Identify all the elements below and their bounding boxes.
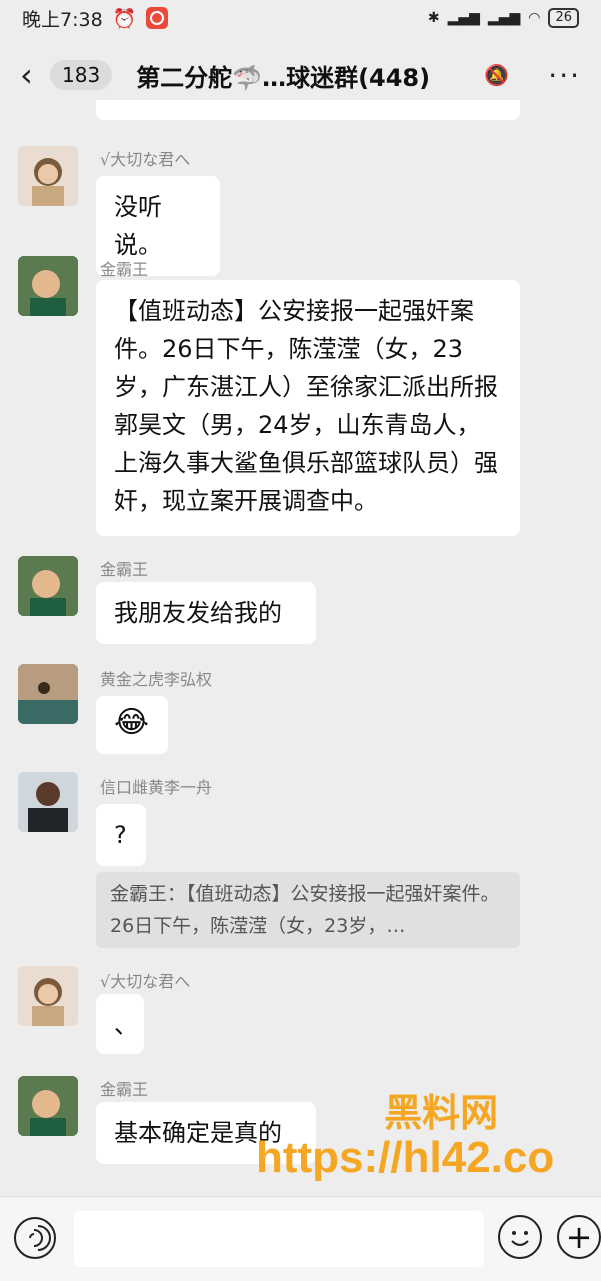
watermark-line2: https://hl42.co <box>256 1133 555 1182</box>
input-bar: + <box>0 1196 601 1281</box>
status-time: 晚上7:38 <box>22 8 103 31</box>
watermark: 黑料网 https://hl42.co <box>256 1082 554 1183</box>
message-bubble[interactable]: 、 <box>96 994 144 1054</box>
message-bubble[interactable]: 我朋友发给我的 <box>96 582 316 644</box>
more-options-button[interactable]: ··· <box>548 59 581 92</box>
signal-icon-2: ▂▄▆ <box>487 10 521 26</box>
watermark-line1: 黑料网 <box>384 1093 499 1135</box>
bluetooth-icon: ✱ <box>427 10 440 26</box>
avatar[interactable] <box>18 146 78 206</box>
sender-name: 信口雌黄李一舟 <box>100 778 213 797</box>
sender-name: 黄金之虎李弘权 <box>100 670 213 689</box>
avatar[interactable] <box>18 664 78 724</box>
wifi-icon: ◠ <box>528 10 541 26</box>
status-bar: 晚上7:38 ⏰ ✱ ▂▄▆ ▂▄▆ ◠ 26 <box>0 0 601 36</box>
sender-name: 金霸王 <box>100 260 149 279</box>
alarm-off-icon: ⏰ <box>112 7 137 30</box>
signal-icon: ▂▄▆ <box>447 10 480 26</box>
voice-input-icon[interactable] <box>14 1217 56 1259</box>
sender-name: √大切な君へ <box>100 150 191 169</box>
avatar[interactable] <box>18 772 78 832</box>
message-bubble[interactable]: 😂 <box>96 696 168 754</box>
unread-count-badge[interactable]: 183 <box>50 60 113 90</box>
message-bubble[interactable]: ? <box>96 804 146 866</box>
avatar[interactable] <box>18 256 78 316</box>
chat-title: 第二分舵🦈…球迷群(448) <box>136 63 431 92</box>
add-attachment-icon[interactable]: + <box>557 1215 601 1259</box>
battery-indicator: 26 <box>548 8 579 28</box>
emoji-icon[interactable] <box>498 1215 542 1259</box>
sender-name: 金霸王 <box>100 1080 149 1099</box>
previous-message-bubble-edge <box>96 100 520 120</box>
avatar[interactable] <box>18 1076 78 1136</box>
notification-app-icon <box>146 7 169 29</box>
avatar[interactable] <box>18 556 78 616</box>
message-bubble[interactable]: 【值班动态】公安接报一起强奸案件。26日下午，陈滢滢（女，23岁，广东湛江人）至… <box>96 280 520 536</box>
mute-bell-icon: 🔕 <box>484 63 510 87</box>
sender-name: √大切な君へ <box>100 972 191 991</box>
sender-name: 金霸王 <box>100 560 149 579</box>
message-input[interactable] <box>74 1211 484 1267</box>
avatar[interactable] <box>18 966 78 1026</box>
quoted-message[interactable]: 金霸王：【值班动态】公安接报一起强奸案件。26日下午，陈滢滢（女，23岁，… <box>96 872 520 948</box>
back-chevron-icon[interactable]: ‹ <box>20 56 44 94</box>
